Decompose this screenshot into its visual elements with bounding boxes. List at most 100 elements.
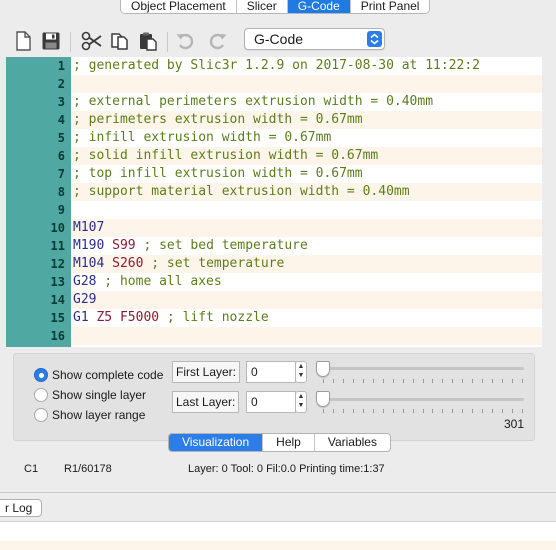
toolbar-separator [70, 32, 71, 52]
code-line[interactable]: 16 [6, 327, 542, 345]
slider-tick [492, 409, 494, 413]
code-line[interactable]: 9 [6, 201, 542, 219]
code-text: ; generated by Slic3r 1.2.9 on 2017-08-3… [71, 57, 542, 75]
code-text: G1 Z5 F5000 ; lift nozzle [71, 309, 542, 327]
slider-tick [382, 409, 384, 413]
line-number: 15 [50, 311, 65, 325]
code-text [71, 75, 542, 93]
code-line[interactable]: 10 M107 [6, 219, 542, 237]
line-number: 11 [50, 239, 65, 253]
last-layer-input[interactable]: 0 [246, 391, 296, 413]
radio-show-single-layer[interactable]: Show single layer [34, 386, 146, 404]
slider-tick [502, 379, 504, 383]
last-layer-slider-track[interactable] [319, 398, 524, 401]
slider-tick [392, 409, 394, 413]
paste-icon[interactable] [135, 28, 161, 54]
log-output [0, 521, 556, 550]
code-line[interactable]: 5 ; infill extrusion width = 0.67mm [6, 129, 542, 147]
code-text: ; perimeters extrusion width = 0.67mm [71, 111, 542, 129]
code-text: ; support material extrusion width = 0.4… [71, 183, 542, 201]
code-line[interactable]: 11 M190 S99 ; set bed temperature [6, 237, 542, 255]
line-number: 6 [57, 149, 65, 163]
radio-show-layer-range[interactable]: Show layer range [34, 406, 145, 424]
slider-tick [332, 409, 334, 413]
code-token: ; lift nozzle [159, 310, 269, 325]
code-line[interactable]: 15 G1 Z5 F5000 ; lift nozzle [6, 309, 542, 327]
slider-tick [392, 379, 394, 383]
slider-tick [352, 379, 354, 383]
code-editor[interactable]: 1 ; generated by Slic3r 1.2.9 on 2017-08-… [6, 57, 542, 347]
code-token: S260 [112, 256, 144, 271]
new-file-icon[interactable] [10, 28, 36, 54]
radio-button[interactable] [34, 408, 48, 422]
tab-print-panel[interactable]: Print Panel [350, 0, 430, 13]
code-token: ; support material extrusion width = 0.4… [73, 184, 410, 199]
code-line[interactable]: 8 ; support material extrusion width = 0.… [6, 183, 542, 201]
tab-object-placement[interactable]: Object Placement [121, 0, 237, 13]
line-number: 9 [57, 203, 65, 217]
radio-button-selected[interactable] [34, 368, 48, 382]
main-tab-bar: Object Placement Slicer G-Code Print Pan… [120, 0, 431, 14]
code-line[interactable]: 13 G28 ; home all axes [6, 273, 542, 291]
tab-variables[interactable]: Variables [315, 434, 390, 451]
code-line[interactable]: 6 ; solid infill extrusion width = 0.67mm [6, 147, 542, 165]
status-bar: C1 R1/60178 Layer: 0 Tool: 0 Fil:0.0 Pri… [0, 463, 556, 477]
copy-icon[interactable] [107, 28, 133, 54]
first-layer-input[interactable]: 0 [246, 361, 296, 383]
slider-tick [442, 379, 444, 383]
code-token: ; infill extrusion width = 0.67mm [73, 130, 332, 145]
radio-show-complete-code[interactable]: Show complete code [34, 366, 163, 384]
log-button[interactable]: r Log [0, 499, 42, 517]
redo-icon[interactable] [205, 28, 231, 54]
tab-gcode[interactable]: G-Code [287, 0, 351, 13]
slider-tick [332, 379, 334, 383]
slider-tick [412, 409, 414, 413]
line-number: 8 [57, 185, 65, 199]
code-line[interactable]: 7 ; top infill extrusion width = 0.67mm [6, 165, 542, 183]
slider-tick [362, 379, 364, 383]
first-layer-slider-track[interactable] [319, 367, 524, 370]
slider-tick [422, 409, 424, 413]
radio-label: Show single layer [52, 388, 147, 402]
code-token: M107 [73, 220, 105, 235]
language-select-value: G-Code [254, 31, 304, 47]
code-line[interactable]: 3 ; external perimeters extrusion width =… [6, 93, 542, 111]
language-select[interactable]: G-Code [244, 28, 385, 50]
slider-tick [342, 409, 344, 413]
radio-label: Show complete code [52, 368, 164, 382]
slider-tick [502, 409, 504, 413]
code-token: G29 [73, 292, 97, 307]
code-line[interactable]: 4 ; perimeters extrusion width = 0.67mm [6, 111, 542, 129]
code-line[interactable]: 14 G29 [6, 291, 542, 309]
slider-tick [492, 379, 494, 383]
slider-tick [432, 409, 434, 413]
code-text: ; solid infill extrusion width = 0.67mm [71, 147, 542, 165]
tab-slicer[interactable]: Slicer [236, 0, 288, 13]
undo-icon[interactable] [172, 28, 198, 54]
last-layer-slider-handle[interactable] [316, 391, 330, 407]
first-layer-label: First Layer: [172, 361, 241, 383]
tab-help[interactable]: Help [263, 434, 315, 451]
slider-ticks [323, 409, 523, 415]
tab-visualization[interactable]: Visualization [169, 434, 264, 451]
slider-tick [472, 379, 474, 383]
slider-tick [512, 379, 514, 383]
slider-tick [442, 409, 444, 413]
code-token: ; top infill extrusion width = 0.67mm [73, 166, 363, 181]
line-number: 2 [57, 77, 65, 91]
slider-tick [402, 409, 404, 413]
slider-tick [522, 379, 523, 383]
save-icon[interactable] [38, 28, 64, 54]
cut-icon[interactable] [79, 28, 105, 54]
radio-button[interactable] [34, 388, 48, 402]
first-layer-stepper[interactable]: ▲ ▼ [295, 361, 307, 383]
line-number: 4 [57, 113, 65, 127]
code-text: ; external perimeters extrusion width = … [71, 93, 542, 111]
code-line[interactable]: 1 ; generated by Slic3r 1.2.9 on 2017-08-… [6, 57, 542, 75]
code-line[interactable]: 2 [6, 75, 542, 93]
slider-tick [482, 379, 484, 383]
first-layer-slider-handle[interactable] [316, 361, 330, 377]
last-layer-stepper[interactable]: ▲ ▼ [295, 391, 307, 413]
code-line[interactable]: 12 M104 S260 ; set temperature [6, 255, 542, 273]
